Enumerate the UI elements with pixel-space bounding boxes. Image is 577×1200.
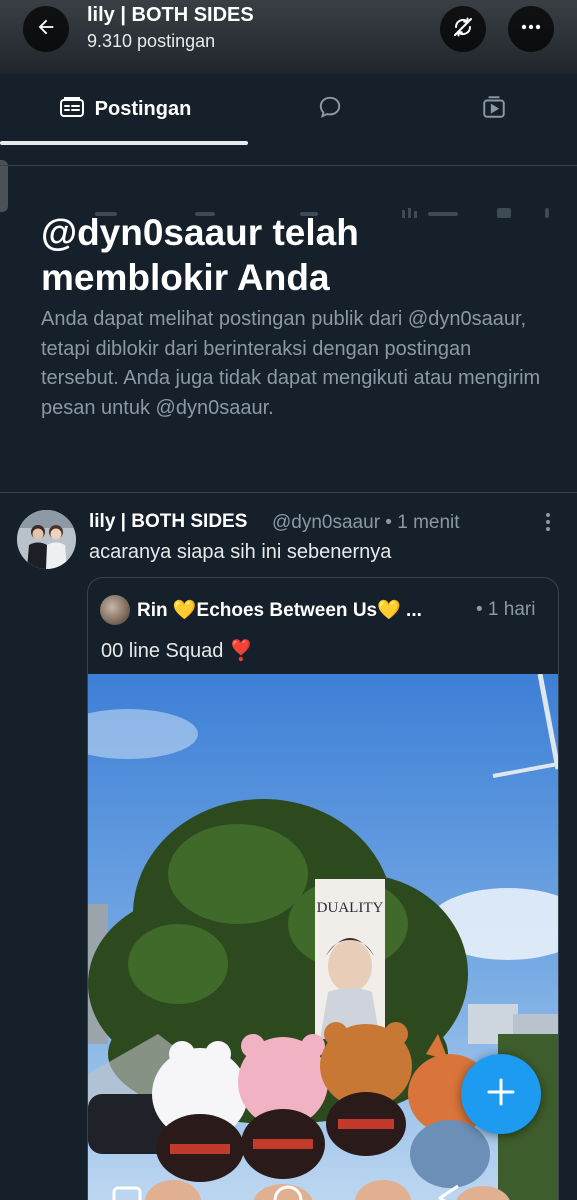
blocked-notice-title: @dyn0saaur telah memblokir Anda xyxy=(41,212,359,298)
replies-icon xyxy=(317,94,343,125)
compose-button[interactable] xyxy=(461,1054,541,1134)
avatar[interactable] xyxy=(17,510,76,569)
system-nav-bar xyxy=(0,1178,577,1200)
post-more-button[interactable] xyxy=(538,510,558,534)
sync-off-icon xyxy=(451,15,475,44)
post-author-handle-time: @dyn0saaur • 1 menit xyxy=(272,512,460,533)
post-text: acaranya siapa sih ini sebenernya xyxy=(89,541,392,563)
post-author-name[interactable]: lily | BOTH SIDES xyxy=(89,511,247,533)
quoted-author-name: Rin 💛Echoes Between Us💛 ... xyxy=(137,600,422,621)
post-count: 9.310 postingan xyxy=(87,31,216,51)
profile-name: lily | BOTH SIDES xyxy=(87,4,254,26)
blocked-notice-body: Anda dapat melihat postingan publik dari… xyxy=(41,308,541,419)
more-horizontal-icon xyxy=(519,15,543,44)
arrow-left-icon xyxy=(35,16,57,43)
tab-posts-label: Postingan xyxy=(94,97,192,120)
divider xyxy=(0,492,577,493)
profile-tabs: Postingan xyxy=(0,74,577,218)
tab-media[interactable] xyxy=(410,74,577,144)
back-button[interactable] xyxy=(23,6,69,52)
sync-button[interactable] xyxy=(440,6,486,52)
quoted-avatar xyxy=(100,595,130,625)
banner-text: DUALITY xyxy=(317,900,384,916)
tab-posts[interactable]: Postingan xyxy=(0,74,250,144)
posts-icon xyxy=(59,95,85,124)
plus-icon xyxy=(486,1077,516,1112)
more-options-button[interactable] xyxy=(508,6,554,52)
profile-header: lily | BOTH SIDES 9.310 postingan xyxy=(0,0,577,74)
more-vertical-icon xyxy=(538,513,558,538)
media-icon xyxy=(481,94,507,125)
tab-replies[interactable] xyxy=(250,74,410,144)
quoted-post-time: • 1 hari xyxy=(476,599,536,620)
divider xyxy=(0,165,577,166)
tab-selected-indicator xyxy=(0,141,248,145)
quoted-post-text: 00 line Squad ❣️ xyxy=(101,640,254,662)
